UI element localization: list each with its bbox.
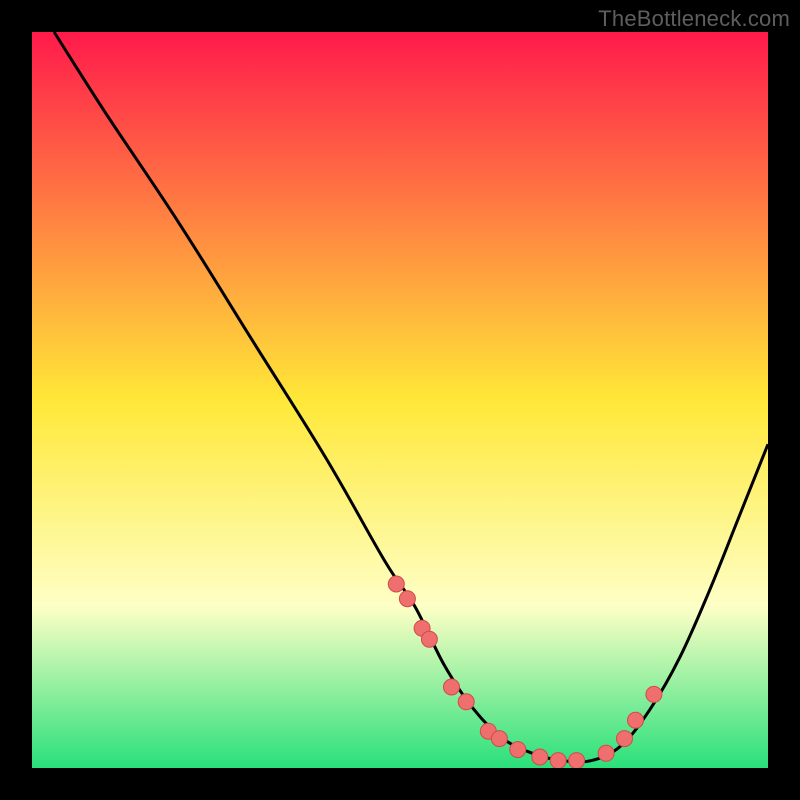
highlight-dot <box>444 679 460 695</box>
highlight-dot <box>399 591 415 607</box>
highlight-dot <box>598 745 614 761</box>
chart-frame: TheBottleneck.com <box>0 0 800 800</box>
highlight-dot <box>550 753 566 768</box>
highlight-dot <box>617 731 633 747</box>
watermark-label: TheBottleneck.com <box>598 6 790 32</box>
highlight-dot <box>491 731 507 747</box>
gradient-background <box>32 32 768 768</box>
highlight-dot <box>458 694 474 710</box>
highlight-dot <box>388 576 404 592</box>
highlight-dot <box>510 742 526 758</box>
highlight-dot <box>569 753 585 768</box>
highlight-dot <box>646 686 662 702</box>
plot-area <box>32 32 768 768</box>
highlight-dot <box>628 712 644 728</box>
highlight-dot <box>532 749 548 765</box>
highlight-dot <box>421 631 437 647</box>
bottleneck-chart <box>32 32 768 768</box>
